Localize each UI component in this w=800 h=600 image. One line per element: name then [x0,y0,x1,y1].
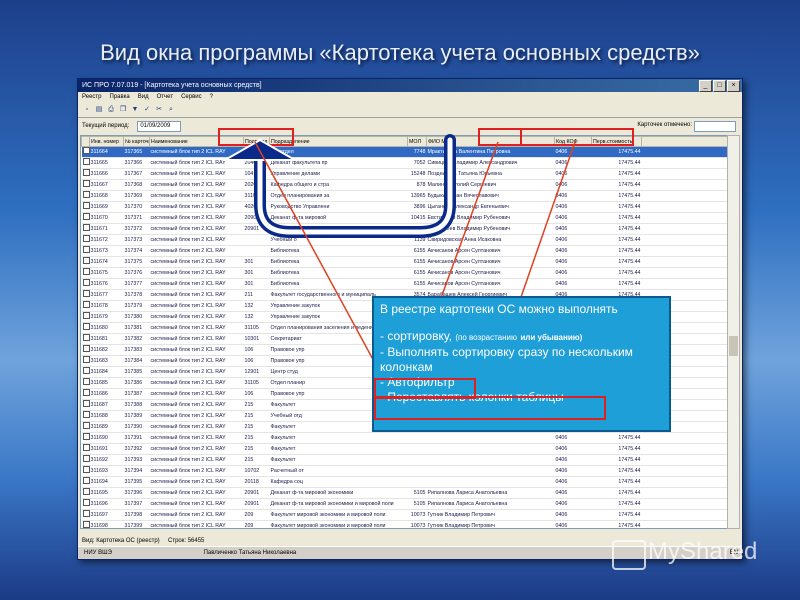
watermark: MyShared [648,538,758,565]
callout-line2c: или убыванию) [520,333,583,342]
pointer-line-3 [519,141,576,301]
callout-sort-line: - сортировку, (по возрастанию или убыван… [380,329,663,345]
highlight-reorder [374,396,606,420]
callout-line2a: - сортировку, [380,329,452,343]
curved-arrow-inner [257,137,453,235]
watermark-logo-icon [612,540,646,570]
callout-line1: В реестре картотеки ОС можно выполнять [380,302,618,316]
callout-line3: - Выполнять сортировку сразу по нескольк… [380,345,633,374]
callout-line2b: (по возрастанию [455,333,518,342]
curved-arrow [254,134,456,238]
